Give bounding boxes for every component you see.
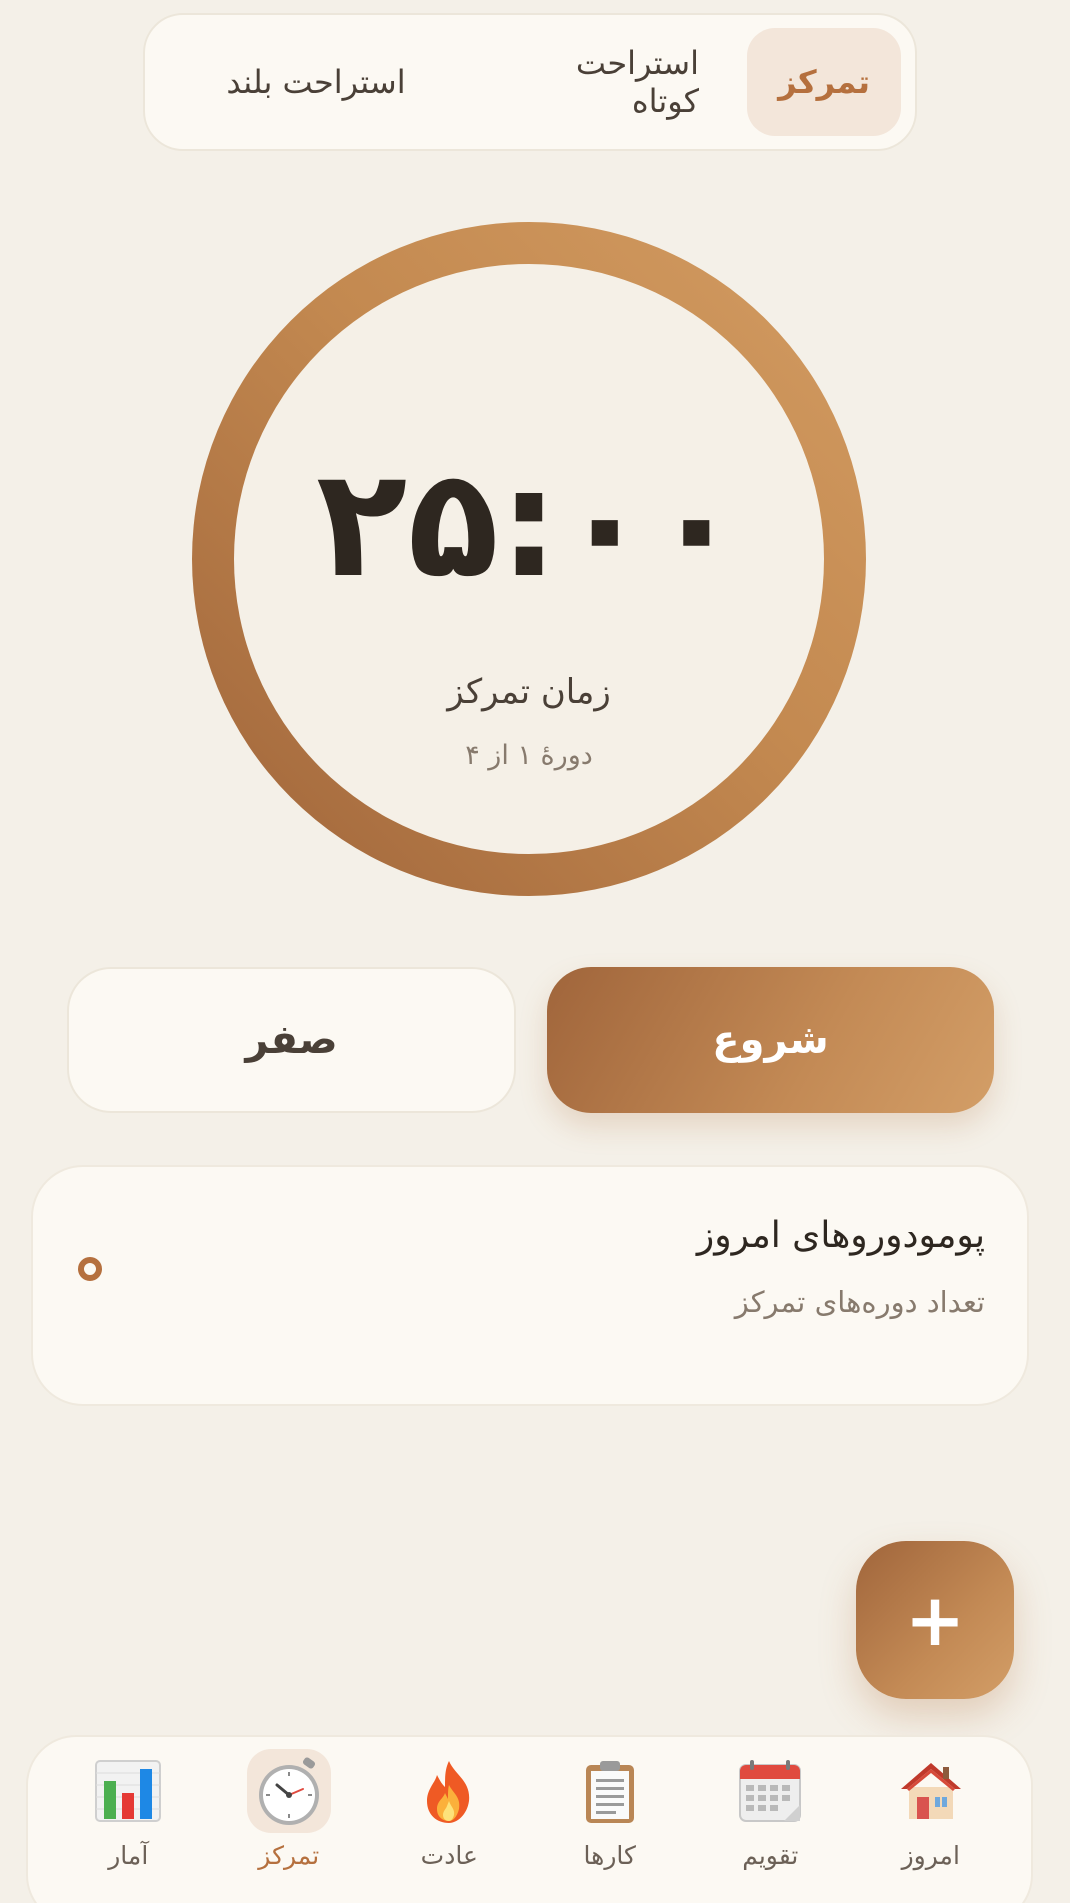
tab-short-break-label: استراحت کوتاه [575, 44, 699, 120]
reset-button[interactable]: صفر [67, 967, 516, 1113]
timer-mode-label: زمان تمرکز [447, 672, 611, 712]
nav-label-focus: تمرکز [258, 1841, 320, 1870]
pomodoro-card-subtitle: تعداد دوره‌های تمرکز [734, 1285, 985, 1319]
tab-long-break[interactable]: استراحت بلند [181, 28, 451, 136]
nav-label-calendar: تقویم [742, 1841, 799, 1870]
timer-ring: ۲۵:۰۰ زمان تمرکز دورهٔ ۱ از ۴ [192, 222, 866, 896]
plus-icon: + [904, 1578, 966, 1662]
reset-button-label: صفر [245, 1017, 338, 1063]
start-button[interactable]: شروع [547, 967, 994, 1113]
tab-focus[interactable]: تمرکز [747, 28, 901, 136]
start-button-label: شروع [712, 1017, 829, 1063]
nav-item-focus[interactable]: تمرکز [214, 1749, 364, 1870]
timer-round-indicator: دورهٔ ۱ از ۴ [465, 740, 593, 771]
nav-item-today[interactable]: امروز [856, 1749, 1006, 1870]
timer-display: ۲۵:۰۰ [315, 437, 743, 611]
mode-tabs: تمرکز استراحت کوتاه استراحت بلند [143, 13, 917, 151]
nav-item-stats[interactable]: آمار [53, 1749, 203, 1870]
tab-long-break-label: استراحت بلند [226, 63, 406, 101]
bar-chart-icon [86, 1749, 170, 1833]
pomodoro-card-title: پومودوروهای امروز [696, 1215, 985, 1256]
stopwatch-icon [246, 1749, 331, 1833]
nav-item-habit[interactable]: عادت [374, 1749, 524, 1870]
pomodoro-count-card: پومودوروهای امروز تعداد دوره‌های تمرکز [31, 1165, 1029, 1406]
tab-focus-label: تمرکز [778, 63, 870, 101]
tab-short-break[interactable]: استراحت کوتاه [469, 28, 729, 136]
nav-label-today: امروز [901, 1841, 960, 1870]
timer-face: ۲۵:۰۰ زمان تمرکز دورهٔ ۱ از ۴ [234, 264, 824, 854]
nav-label-habit: عادت [420, 1841, 478, 1870]
fire-icon [407, 1749, 491, 1833]
nav-item-calendar[interactable]: تقویم [695, 1749, 845, 1870]
nav-label-tasks: کارها [583, 1841, 636, 1870]
nav-item-tasks[interactable]: کارها [535, 1749, 685, 1870]
add-fab-button[interactable]: + [856, 1541, 1014, 1699]
house-icon [889, 1749, 973, 1833]
bottom-nav: امروز تقویم کارها عادت تمرکز آمار [26, 1735, 1033, 1903]
focus-screen: تمرکز استراحت کوتاه استراحت بلند ۲۵:۰۰ ز… [0, 0, 1070, 1903]
nav-label-stats: آمار [108, 1841, 149, 1870]
clipboard-icon [568, 1749, 652, 1833]
calendar-icon [728, 1749, 812, 1833]
pomodoro-indicator-dot [78, 1257, 102, 1281]
